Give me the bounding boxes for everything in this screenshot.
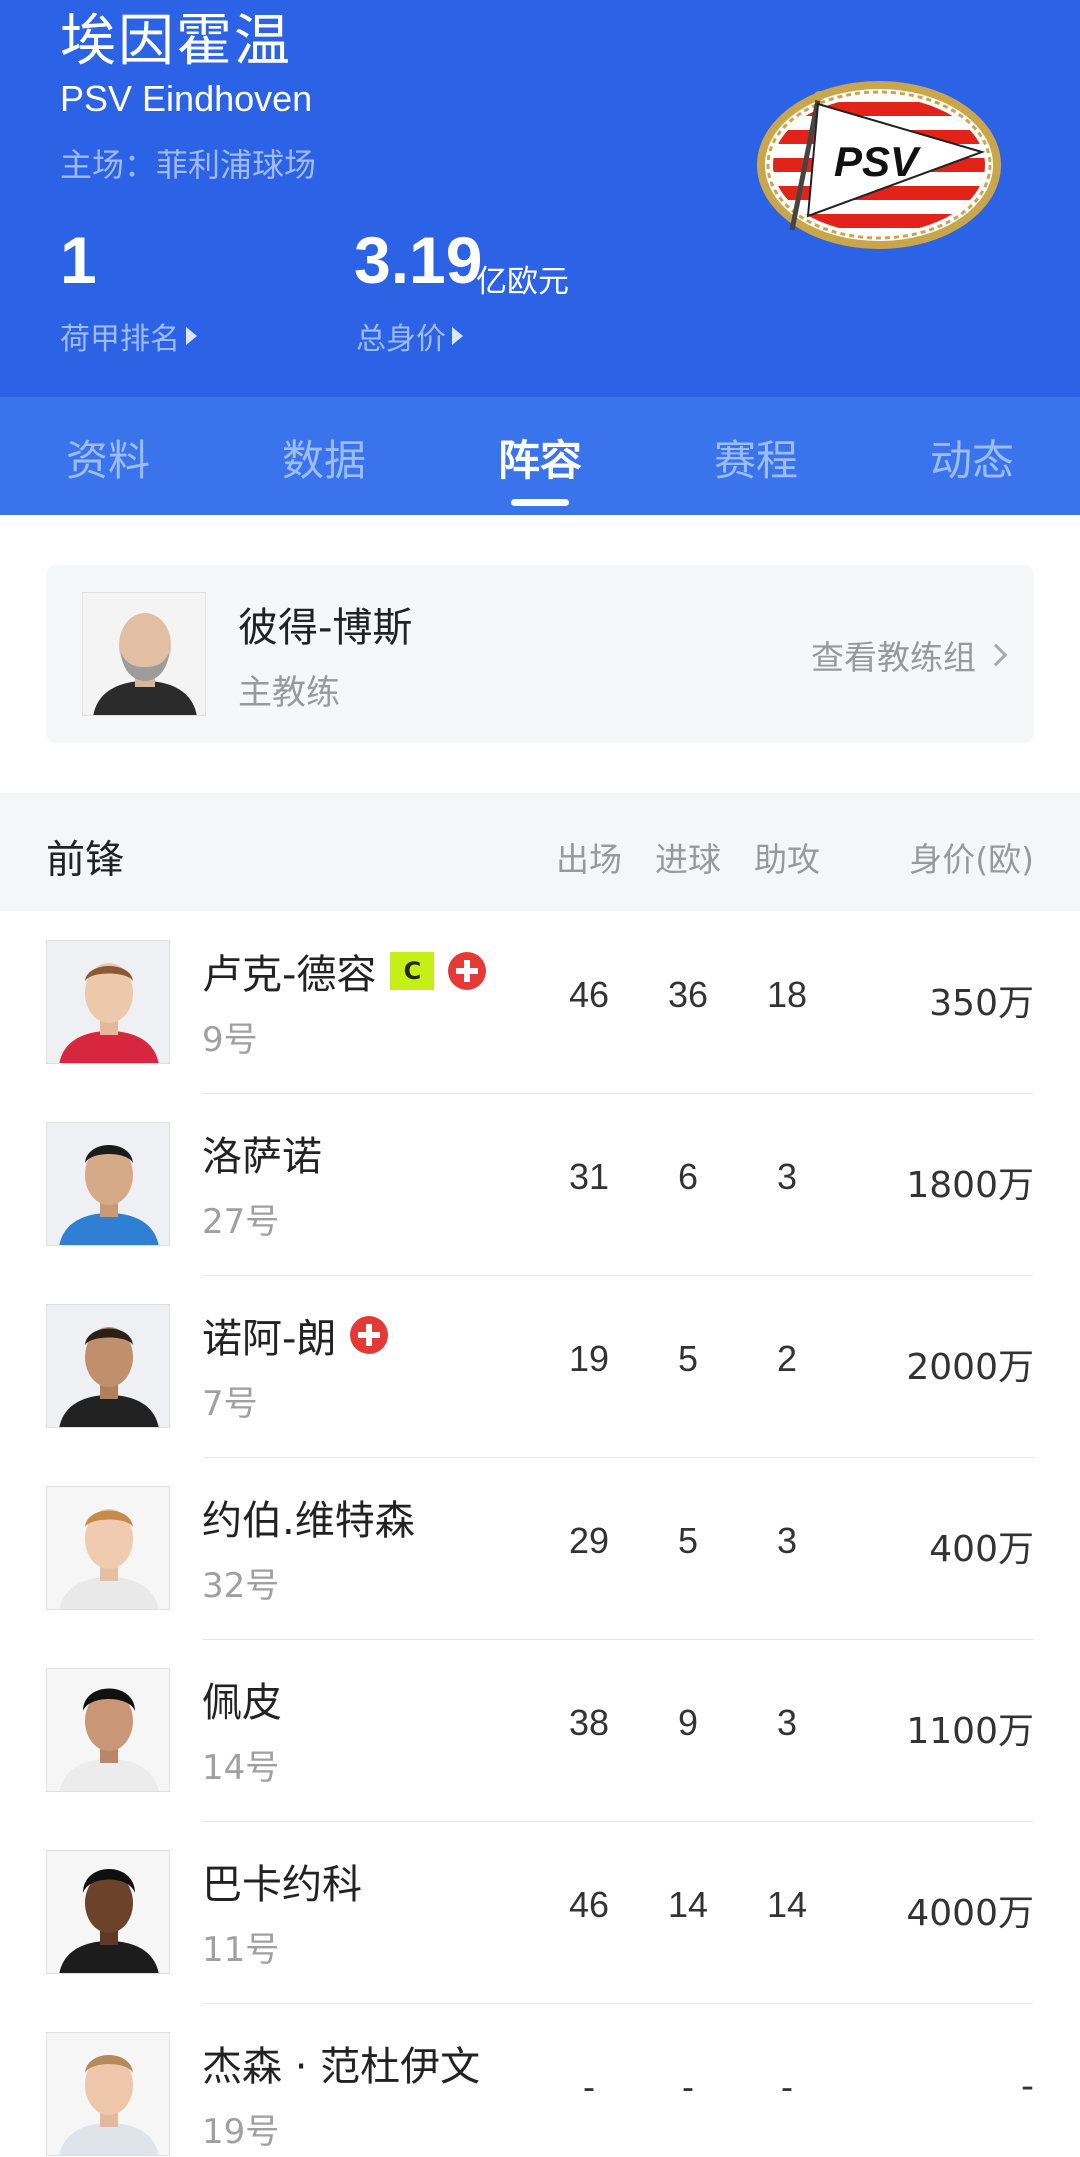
league-rank-link[interactable]: 荷甲排名 [60,314,197,358]
total-value-link[interactable]: 总身价 [356,314,463,358]
player-row[interactable]: 洛萨诺 27号 31 6 3 1800万 [0,1094,1080,1276]
player-market-value: - [1021,2066,1034,2107]
player-market-value: 400万 [929,1529,1034,1570]
player-apps: 29 [568,1520,610,1561]
player-market-value: 1100万 [906,1711,1034,1752]
league-rank-value: 1 [60,223,97,297]
psv-logo-text: PSV [834,138,921,185]
player-market-value: 4000万 [906,1893,1034,1934]
player-avatar [46,1668,170,1792]
player-name: 杰森 · 范杜伊文 [202,2044,481,2090]
player-name: 约伯.维特森 [202,1498,415,1544]
player-number: 19号 [202,2112,280,2152]
team-header: 埃因霍温 PSV Eindhoven 主场：菲利浦球场 1 荷甲排名 3.19 … [0,0,1080,397]
player-apps: 19 [568,1338,610,1379]
player-goals: 9 [677,1702,699,1743]
player-market-value: 2000万 [906,1347,1034,1388]
tab-squad[interactable]: 阵容 [432,397,648,515]
column-header-assists: 助攻 [754,840,820,879]
player-avatar [46,1122,170,1246]
player-number: 32号 [202,1566,280,1606]
player-number: 27号 [202,1202,280,1242]
league-rank-label: 荷甲排名 [60,322,180,357]
coach-card[interactable]: 彼得-博斯 主教练 查看教练组 [46,565,1034,743]
team-name-cn: 埃因霍温 [60,9,292,74]
tab-news[interactable]: 动态 [864,397,1080,515]
player-name: 洛萨诺 [202,1134,322,1180]
player-row[interactable]: 卢克-德容 C 9号 46 36 18 350万 [0,912,1080,1094]
player-number: 11号 [202,1930,280,1970]
player-row[interactable]: 杰森 · 范杜伊文 19号 - - - - [0,2004,1080,2157]
player-apps: 31 [568,1156,610,1197]
coach-name: 彼得-博斯 [238,605,413,651]
view-coaching-staff-link[interactable]: 查看教练组 [811,631,1008,679]
player-name: 卢克-德容 C [202,942,487,1000]
player-apps: 46 [568,1884,610,1925]
injury-cross-icon [448,952,487,990]
player-name: 巴卡约科 [202,1862,362,1908]
player-goals: 5 [677,1338,699,1379]
chevron-right-icon [984,643,1008,667]
player-apps: 46 [568,974,610,1015]
player-apps: - [583,2066,595,2107]
captain-badge: C [390,952,435,990]
active-tab-indicator [511,499,569,506]
player-row[interactable]: 约伯.维特森 32号 29 5 3 400万 [0,1458,1080,1640]
section-title: 前锋 [46,838,125,883]
total-value-unit: 亿欧元 [476,264,569,300]
column-header-goals: 进球 [655,840,721,879]
tab-profile[interactable]: 资料 [0,397,216,515]
player-market-value: 1800万 [906,1165,1034,1206]
team-venue: 主场：菲利浦球场 [60,146,317,184]
player-row[interactable]: 佩皮 14号 38 9 3 1100万 [0,1640,1080,1822]
player-name: 诺阿-朗 [202,1306,389,1364]
player-name: 佩皮 [202,1680,282,1726]
coach-avatar [82,592,206,716]
player-avatar [46,1850,170,1974]
player-assists: 18 [766,974,808,1015]
tab-stats[interactable]: 数据 [216,397,432,515]
column-header-apps: 出场 [556,840,622,879]
player-goals: 5 [677,1520,699,1561]
player-apps: 38 [568,1702,610,1743]
caret-right-icon [186,327,197,345]
player-number: 7号 [202,1384,258,1424]
team-name-en: PSV Eindhoven [60,78,313,119]
player-avatar [46,1486,170,1610]
caret-right-icon [452,327,463,345]
tab-schedule[interactable]: 赛程 [648,397,864,515]
view-coaching-staff-label: 查看教练组 [811,638,976,677]
player-number: 9号 [202,1020,258,1060]
player-goals: 36 [667,974,709,1015]
tab-bar: 资料 数据 阵容 赛程 动态 [0,397,1080,515]
player-assists: 3 [776,1156,798,1197]
player-avatar [46,1304,170,1428]
forwards-section-header: 前锋 出场 进球 助攻 身价(欧) [0,793,1080,911]
player-row[interactable]: 巴卡约科 11号 46 14 14 4000万 [0,1822,1080,2004]
player-avatar [46,2032,170,2156]
player-goals: 6 [677,1156,699,1197]
player-market-value: 350万 [929,983,1034,1024]
player-assists: 2 [776,1338,798,1379]
player-assists: 3 [776,1520,798,1561]
player-assists: 14 [766,1884,808,1925]
psv-logo: PSV [757,81,1001,249]
column-header-value: 身价(欧) [909,840,1034,879]
injury-cross-icon [350,1316,389,1354]
total-value-label: 总身价 [356,322,446,357]
player-assists: - [781,2066,793,2107]
total-value-amount: 3.19 [354,223,483,297]
player-number: 14号 [202,1748,280,1788]
player-goals: 14 [667,1884,709,1925]
player-goals: - [682,2066,694,2107]
player-row[interactable]: 诺阿-朗 7号 19 5 2 2000万 [0,1276,1080,1458]
player-assists: 3 [776,1702,798,1743]
coach-role: 主教练 [238,673,340,713]
player-avatar [46,940,170,1064]
